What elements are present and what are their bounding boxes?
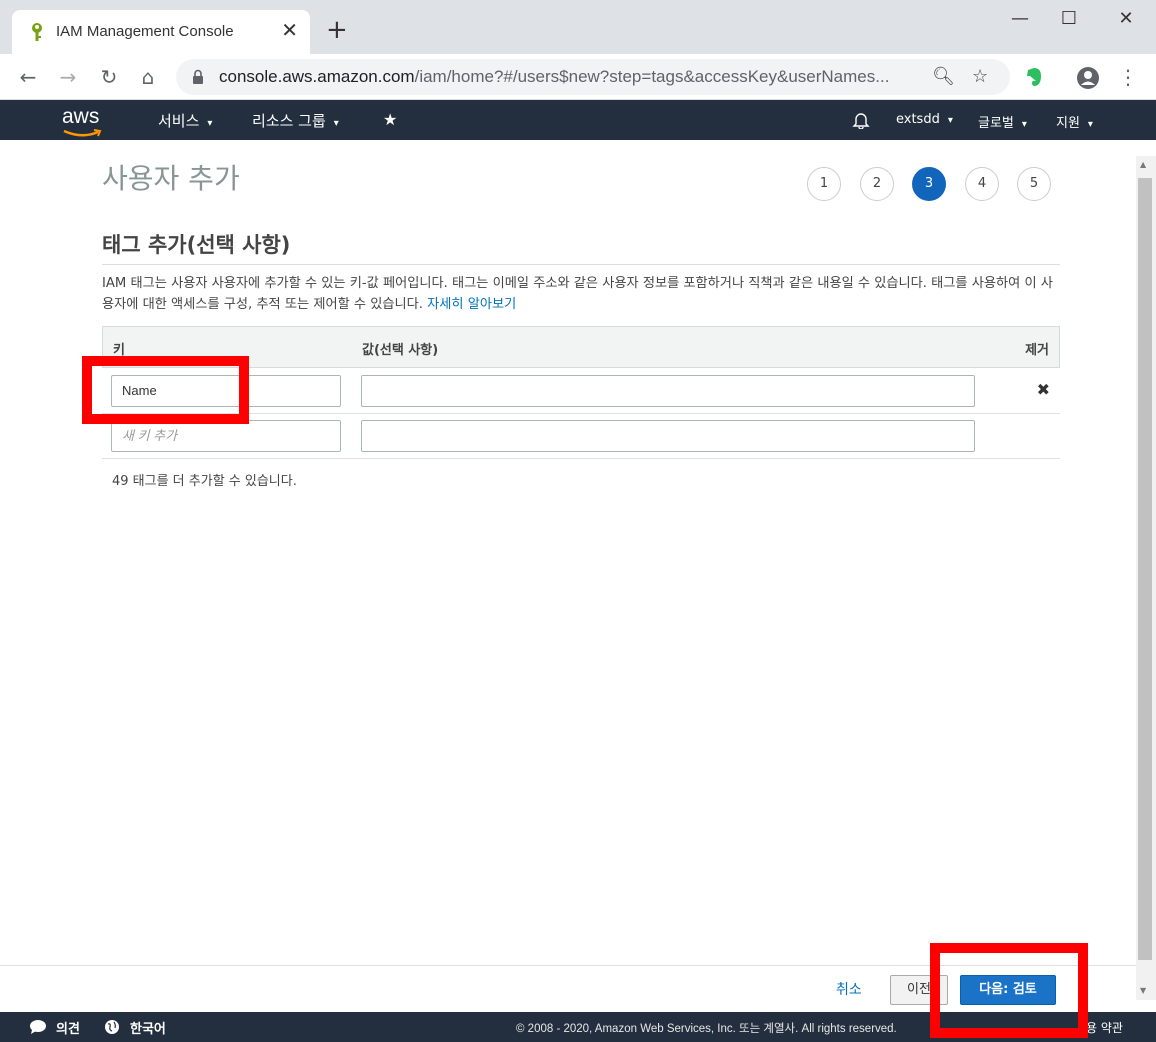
pin-icon[interactable]: ★ bbox=[383, 110, 397, 129]
page-title: 사용자 추가 bbox=[102, 162, 240, 195]
aws-smile-icon bbox=[63, 129, 102, 137]
support-label: 지원 bbox=[1056, 116, 1080, 131]
scroll-up-icon[interactable]: ▲ bbox=[1140, 160, 1146, 169]
tags-description: IAM 태그는 사용자 사용자에 추가할 수 있는 키-값 페어입니다. 태그는… bbox=[102, 273, 1062, 315]
lock-icon bbox=[193, 69, 203, 84]
feedback-link[interactable]: 의견 bbox=[56, 1018, 80, 1037]
chevron-down-icon: ▾ bbox=[333, 118, 339, 129]
url-path: /iam/home?#/users$new?step=tags&accessKe… bbox=[414, 67, 890, 86]
region-menu[interactable]: 글로벌 ▾ bbox=[978, 112, 1027, 131]
url-text: console.aws.amazon.com/iam/home?#/users$… bbox=[219, 67, 919, 87]
language-selector[interactable]: 한국어 bbox=[130, 1018, 166, 1037]
tab-close-icon[interactable]: ✕ bbox=[281, 19, 298, 41]
new-tag-value-input[interactable] bbox=[361, 420, 975, 452]
chevron-down-icon: ▾ bbox=[1087, 119, 1093, 130]
annotation-highlight-key bbox=[82, 356, 249, 424]
support-menu[interactable]: 지원 ▾ bbox=[1056, 112, 1093, 131]
scrollbar-thumb[interactable] bbox=[1138, 178, 1152, 960]
section-title: 태그 추가(선택 사항) bbox=[102, 233, 291, 257]
browser-menu-icon[interactable]: ⋮ bbox=[1114, 63, 1142, 91]
resource-groups-menu[interactable]: 리소스 그룹 ▾ bbox=[252, 110, 339, 131]
url-host: console.aws.amazon.com bbox=[219, 67, 415, 86]
remove-column-header: 제거 bbox=[1025, 343, 1049, 358]
evernote-extension-icon[interactable] bbox=[1024, 66, 1044, 88]
chevron-down-icon: ▾ bbox=[1021, 119, 1027, 130]
globe-icon bbox=[105, 1020, 119, 1034]
browser-tab[interactable]: IAM Management Console ✕ bbox=[12, 10, 310, 54]
close-window-icon[interactable]: ✕ bbox=[1106, 6, 1146, 32]
divider bbox=[102, 264, 1060, 265]
value-column-header: 값(선택 사항) bbox=[362, 343, 439, 358]
account-menu[interactable]: extsdd ▾ bbox=[896, 112, 953, 127]
minimize-icon[interactable]: — bbox=[1000, 6, 1040, 32]
new-tab-icon[interactable]: + bbox=[326, 17, 348, 43]
annotation-highlight-next bbox=[930, 943, 1088, 1038]
home-icon[interactable]: ⌂ bbox=[134, 63, 162, 91]
aws-top-nav: aws 서비스 ▾ 리소스 그룹 ▾ ★ extsdd ▾ 글로벌 ▾ 지원 ▾ bbox=[0, 100, 1156, 140]
maximize-icon[interactable]: ☐ bbox=[1049, 6, 1089, 32]
aws-logo[interactable]: aws bbox=[62, 105, 102, 137]
bell-icon[interactable] bbox=[852, 111, 870, 129]
aws-logo-text: aws bbox=[62, 105, 100, 128]
profile-avatar-icon[interactable] bbox=[1076, 66, 1100, 90]
new-tag-key-input[interactable]: 새 키 추가 bbox=[111, 420, 341, 452]
services-menu[interactable]: 서비스 ▾ bbox=[158, 110, 212, 131]
step-2[interactable]: 2 bbox=[860, 167, 894, 201]
chevron-down-icon: ▾ bbox=[947, 115, 953, 126]
bookmark-star-icon[interactable]: ☆ bbox=[972, 66, 988, 87]
cancel-link[interactable]: 취소 bbox=[836, 979, 862, 999]
feedback-chat-icon bbox=[30, 1020, 46, 1034]
tab-title: IAM Management Console bbox=[56, 23, 234, 40]
browser-toolbar: ← → ↻ ⌂ console.aws.amazon.com/iam/home?… bbox=[0, 54, 1156, 100]
description-text: IAM 태그는 사용자 사용자에 추가할 수 있는 키-값 페어입니다. 태그는… bbox=[102, 276, 1053, 312]
back-icon[interactable]: ← bbox=[14, 63, 42, 91]
remove-tag-icon[interactable]: ✖ bbox=[1037, 380, 1050, 399]
address-bar[interactable]: console.aws.amazon.com/iam/home?#/users$… bbox=[176, 59, 1010, 95]
region-label: 글로벌 bbox=[978, 116, 1014, 131]
step-4[interactable]: 4 bbox=[965, 167, 999, 201]
resource-groups-label: 리소스 그룹 bbox=[252, 112, 326, 130]
forward-icon[interactable]: → bbox=[54, 63, 82, 91]
step-5[interactable]: 5 bbox=[1017, 167, 1051, 201]
scroll-down-icon[interactable]: ▼ bbox=[1140, 986, 1146, 995]
learn-more-link[interactable]: 자세히 알아보기 bbox=[427, 297, 516, 312]
step-3-active[interactable]: 3 bbox=[912, 167, 946, 201]
browser-tab-strip: IAM Management Console ✕ + — ☐ ✕ bbox=[0, 0, 1156, 54]
iam-key-icon bbox=[32, 23, 42, 41]
copyright-text: © 2008 - 2020, Amazon Web Services, Inc.… bbox=[516, 1023, 897, 1035]
services-label: 서비스 bbox=[158, 112, 200, 130]
account-label: extsdd bbox=[896, 112, 940, 127]
zoom-search-icon[interactable]: 🔍︎ bbox=[932, 66, 955, 87]
step-1[interactable]: 1 bbox=[807, 167, 841, 201]
terms-link[interactable]: 용 약관 bbox=[1086, 1019, 1123, 1036]
chevron-down-icon: ▾ bbox=[207, 118, 213, 129]
reload-icon[interactable]: ↻ bbox=[95, 63, 123, 91]
tag-value-input[interactable] bbox=[361, 375, 975, 407]
tags-remaining-text: 49 태그를 더 추가할 수 있습니다. bbox=[112, 474, 297, 489]
